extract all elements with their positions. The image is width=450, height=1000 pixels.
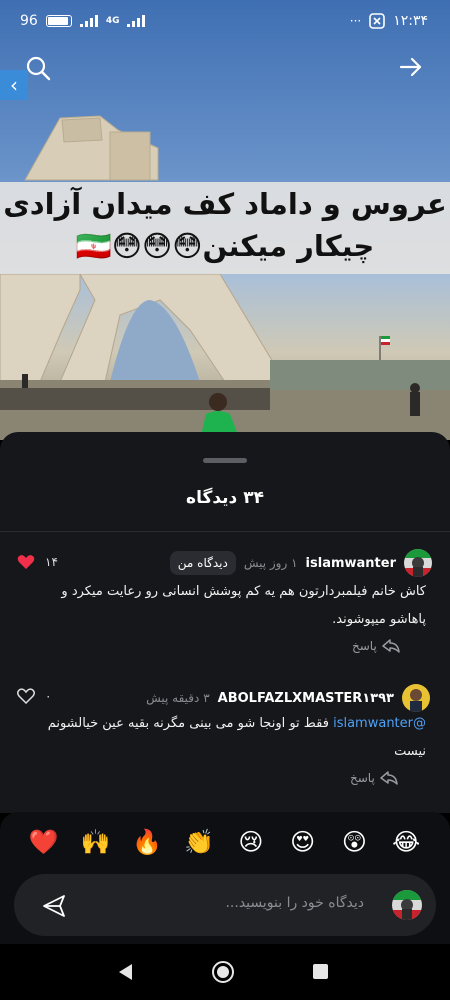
reaction-fire[interactable]: 🔥 bbox=[130, 828, 164, 856]
reply-icon bbox=[380, 771, 398, 785]
avatar[interactable] bbox=[402, 684, 430, 712]
send-icon[interactable] bbox=[42, 894, 66, 918]
caption-line-2: چیکار میکنن😳😳😳🇮🇷 bbox=[75, 229, 375, 263]
battery-icon bbox=[45, 15, 72, 27]
heart-outline-icon bbox=[17, 688, 35, 704]
reaction-astonished[interactable]: 😲 bbox=[337, 828, 371, 856]
reply-button[interactable]: پاسخ bbox=[350, 770, 399, 786]
more-notifications: ··· bbox=[349, 14, 362, 28]
forward-arrow-icon[interactable] bbox=[398, 54, 424, 80]
reaction-heart[interactable]: ❤️ bbox=[27, 828, 61, 856]
app-notification-icon bbox=[369, 13, 386, 29]
search-icon[interactable] bbox=[24, 54, 52, 82]
azadi-tower-top bbox=[24, 115, 159, 181]
like-count: ۰ bbox=[45, 689, 52, 703]
comment-composer: ❤️ 🙌 🔥 👏 😢 😍 😲 😂 دیدگاه خود را بنویسید..… bbox=[0, 812, 450, 944]
user-avatar bbox=[392, 890, 422, 920]
divider bbox=[0, 531, 450, 532]
video-caption: عروس و داماد کف میدان آزادی چیکار میکنن😳… bbox=[0, 182, 450, 274]
comments-count-title: ۳۴ دیدگاه bbox=[186, 488, 264, 508]
reaction-raised-hands[interactable]: 🙌 bbox=[79, 828, 113, 856]
clock: ۱۲:۳۴ bbox=[393, 13, 428, 29]
side-panel-tab[interactable]: ‹ bbox=[0, 70, 28, 100]
quick-reactions: ❤️ 🙌 🔥 👏 😢 😍 😲 😂 bbox=[0, 822, 450, 862]
caption-line-1: عروس و داماد کف میدان آزادی bbox=[3, 187, 447, 221]
comment-item: ۳ دقیقه پیش ABOLFAZLXMASTER۱۳۹۳ @islamwa… bbox=[0, 682, 450, 792]
comment-time: ۱ روز پیش bbox=[243, 556, 298, 570]
signal-icon-2 bbox=[127, 15, 146, 27]
flag bbox=[379, 336, 390, 360]
reply-icon bbox=[382, 639, 400, 653]
comment-text: @islamwanter فقط تو اونجا شو می بینی مگر… bbox=[26, 710, 426, 766]
my-comment-badge: دیدگاه من bbox=[169, 551, 236, 575]
like-button[interactable]: ۱۴ bbox=[17, 554, 58, 570]
comment-username[interactable]: islamwanter bbox=[306, 556, 396, 571]
video-player[interactable]: 96 4G ··· ۱۲:۳۴ ‹ عروس و داماد کف میدان … bbox=[0, 0, 450, 440]
reply-button[interactable]: پاسخ bbox=[352, 638, 401, 654]
recent-apps-icon[interactable] bbox=[312, 963, 329, 980]
azadi-tower-base bbox=[0, 273, 286, 383]
like-button[interactable]: ۰ bbox=[17, 688, 51, 704]
comment-time: ۳ دقیقه پیش bbox=[146, 691, 210, 705]
comment-item: دیدگاه من ۱ روز پیش islamwanter کاش خانم… bbox=[0, 544, 450, 654]
signal-icon bbox=[79, 15, 98, 27]
comment-input[interactable]: دیدگاه خود را بنویسید... bbox=[14, 874, 436, 936]
reply-label: پاسخ bbox=[350, 771, 375, 785]
reaction-cry[interactable]: 😢 bbox=[234, 828, 268, 856]
chevron-left-icon: ‹ bbox=[10, 73, 18, 97]
reaction-heart-eyes[interactable]: 😍 bbox=[286, 828, 320, 856]
drag-handle[interactable] bbox=[203, 458, 247, 463]
home-icon[interactable] bbox=[211, 960, 235, 984]
comment-input-placeholder: دیدگاه خود را بنویسید... bbox=[225, 895, 364, 911]
comment-username[interactable]: ABOLFAZLXMASTER۱۳۹۳ bbox=[218, 691, 394, 706]
system-navigation-bar bbox=[0, 944, 450, 1000]
comment-text: کاش خانم فیلمبردارتون هم یه کم پوشش انسا… bbox=[61, 584, 426, 627]
comment-mention[interactable]: @islamwanter bbox=[333, 716, 426, 731]
reply-label: پاسخ bbox=[352, 639, 377, 653]
status-bar: 96 4G ··· ۱۲:۳۴ bbox=[0, 0, 450, 42]
reaction-clap[interactable]: 👏 bbox=[182, 828, 216, 856]
reaction-laugh[interactable]: 😂 bbox=[389, 828, 423, 856]
network-type: 4G bbox=[105, 16, 120, 26]
heart-filled-icon bbox=[17, 555, 35, 569]
comments-sheet: ۳۴ دیدگاه دیدگاه من ۱ روز پیش islamwante… bbox=[0, 432, 450, 813]
back-icon[interactable] bbox=[116, 962, 136, 982]
like-count: ۱۴ bbox=[45, 555, 58, 569]
battery-level: 96 bbox=[20, 13, 38, 29]
avatar[interactable] bbox=[404, 549, 432, 577]
